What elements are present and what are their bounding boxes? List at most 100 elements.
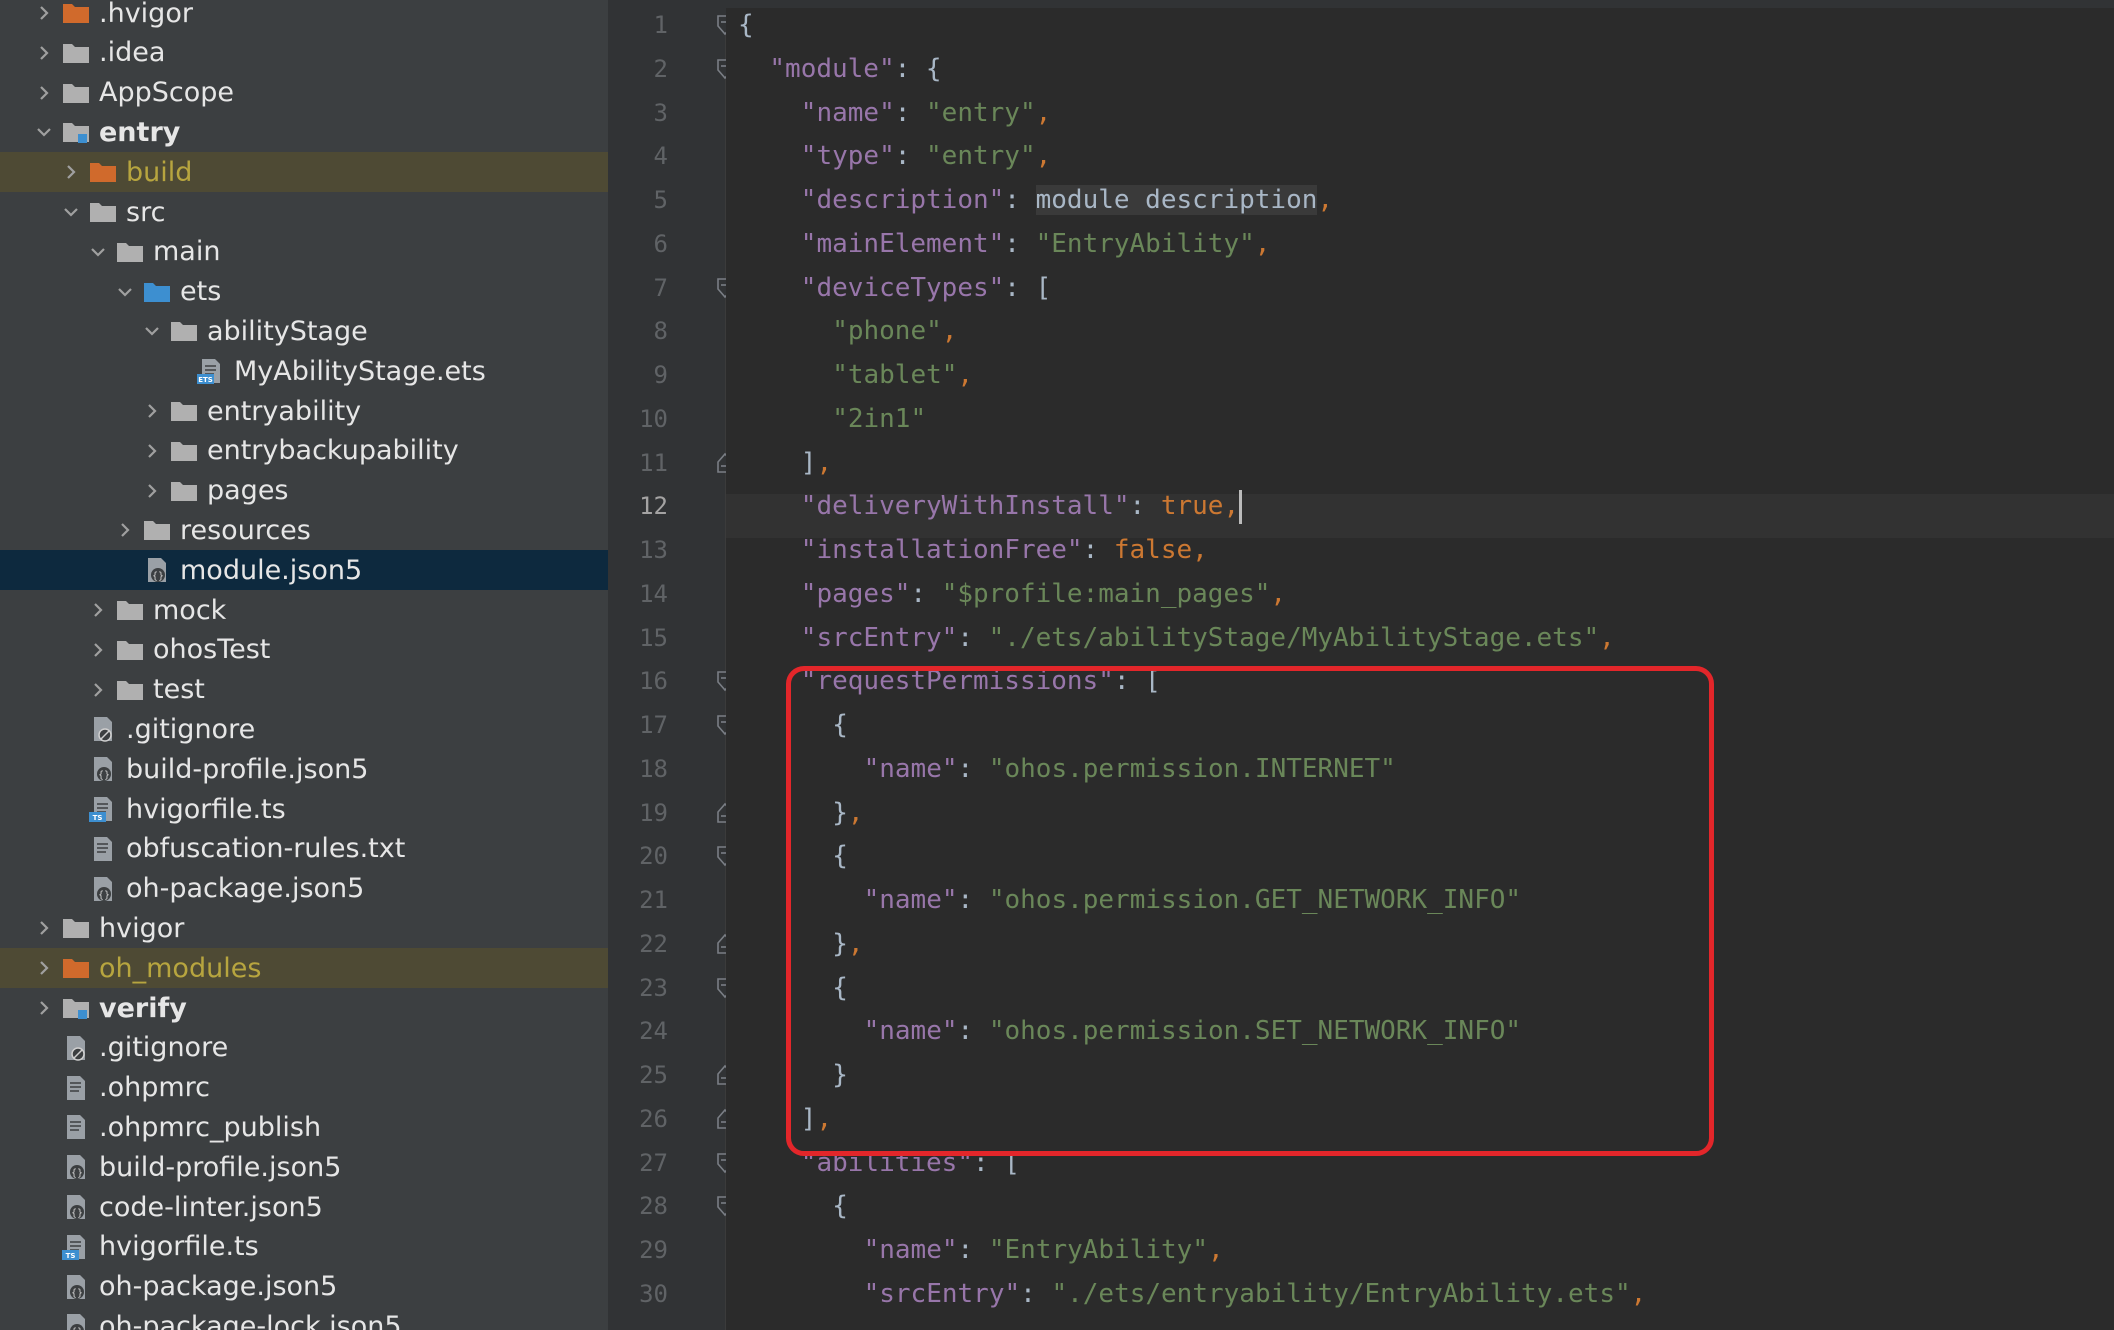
chevron-right-icon[interactable] xyxy=(83,630,113,670)
chevron-right-icon[interactable] xyxy=(29,908,59,948)
tree-item-label: .ohpmrc_publish xyxy=(99,1111,322,1143)
chevron-right-icon[interactable] xyxy=(137,471,167,511)
request-permissions-highlight xyxy=(786,666,1714,1156)
code-line[interactable]: "pages": "$profile:main_pages", xyxy=(801,572,1286,616)
svg-text:TS: TS xyxy=(66,1252,76,1260)
tree-item[interactable]: main xyxy=(0,232,608,272)
chevron-down-icon[interactable] xyxy=(56,192,86,232)
code-line[interactable]: "srcEntry": "./ets/abilityStage/MyAbilit… xyxy=(801,616,1615,660)
chevron-right-icon[interactable] xyxy=(29,33,59,73)
json5-file-icon: {} xyxy=(140,553,174,587)
tree-item[interactable]: resources xyxy=(0,510,608,550)
tree-item[interactable]: entrybackupability xyxy=(0,431,608,471)
line-number: 27 xyxy=(639,1148,668,1177)
code-line[interactable]: "description": module description, xyxy=(801,178,1333,222)
folder-icon xyxy=(113,633,147,667)
tree-item[interactable]: .ohpmrc_publish xyxy=(0,1107,608,1147)
tree-item[interactable]: {} build-profile.json5 xyxy=(0,749,608,789)
tree-item[interactable]: {} module.json5 xyxy=(0,550,608,591)
line-number: 9 xyxy=(653,361,668,389)
chevron-right-icon[interactable] xyxy=(110,510,140,550)
code-line[interactable]: "deliveryWithInstall": true, xyxy=(801,484,1243,528)
code-line[interactable]: "deviceTypes": [ xyxy=(801,266,1051,310)
tree-item[interactable]: TS hvigorfile.ts xyxy=(0,1227,608,1267)
tree-item-label: oh-package.json5 xyxy=(99,1271,338,1303)
code-line[interactable]: "2in1" xyxy=(832,397,926,441)
tree-item[interactable]: TS hvigorfile.ts xyxy=(0,789,608,829)
code-token: , xyxy=(1270,578,1287,609)
code-line[interactable]: "type": "entry", xyxy=(801,134,1051,178)
code-token: , xyxy=(1630,1278,1647,1309)
tree-item[interactable]: .ohpmrc xyxy=(0,1068,608,1108)
tree-item-label: oh-package-lock.json5 xyxy=(99,1310,402,1330)
tree-item[interactable]: entryability xyxy=(0,391,608,431)
code-line[interactable]: "mainElement": "EntryAbility", xyxy=(801,222,1271,266)
code-token: "./ets/abilityStage/MyAbilityStage.ets" xyxy=(988,622,1600,653)
tree-item[interactable]: AppScope xyxy=(0,73,608,113)
chevron-right-icon[interactable] xyxy=(137,391,167,431)
tree-item[interactable]: {} oh-package.json5 xyxy=(0,1267,608,1307)
tree-item[interactable]: .gitignore xyxy=(0,709,608,749)
code-token: "installationFree" xyxy=(800,535,1083,565)
code-line[interactable]: "module": { xyxy=(769,47,941,91)
tree-item[interactable]: test xyxy=(0,670,608,710)
code-line[interactable]: "name": "entry", xyxy=(801,91,1051,135)
tree-item[interactable]: ETS MyAbilityStage.ets xyxy=(0,351,608,391)
tree-item[interactable]: {} oh-package-lock.json5 xyxy=(0,1306,608,1330)
text-file-icon xyxy=(59,1071,93,1105)
tree-item[interactable]: build xyxy=(0,152,608,193)
tree-item[interactable]: .hvigor xyxy=(0,0,608,33)
code-token: : xyxy=(894,141,927,172)
tree-item[interactable]: entry xyxy=(0,112,608,152)
tree-item[interactable]: .gitignore xyxy=(0,1028,608,1068)
chevron-down-icon[interactable] xyxy=(137,311,167,351)
chevron-right-icon[interactable] xyxy=(137,431,167,471)
code-token: "type" xyxy=(800,141,895,172)
tree-item[interactable]: abilityStage xyxy=(0,311,608,351)
tree-item[interactable]: pages xyxy=(0,471,608,511)
chevron-down-icon[interactable] xyxy=(83,232,113,272)
tree-item[interactable]: {} build-profile.json5 xyxy=(0,1147,608,1187)
tree-item[interactable]: ets xyxy=(0,272,608,312)
tree-item[interactable]: mock xyxy=(0,590,608,630)
tree-item[interactable]: hvigor xyxy=(0,908,608,948)
chevron-right-icon[interactable] xyxy=(29,988,59,1028)
tree-item[interactable]: src xyxy=(0,192,608,232)
chevron-right-icon[interactable] xyxy=(83,590,113,630)
code-line[interactable]: ], xyxy=(801,441,832,485)
tree-item[interactable]: obfuscation-rules.txt xyxy=(0,829,608,869)
line-number: 15 xyxy=(639,623,668,652)
code-token: : xyxy=(957,1235,989,1265)
tree-item[interactable]: {} code-linter.json5 xyxy=(0,1187,608,1227)
code-token: "entry" xyxy=(926,141,1036,172)
tree-item-label: hvigorfile.ts xyxy=(99,1231,259,1263)
code-line[interactable]: "tablet", xyxy=(832,353,973,397)
tree-item[interactable]: ohosTest xyxy=(0,630,608,670)
code-token: , xyxy=(1035,97,1052,128)
code-line[interactable]: "phone", xyxy=(832,309,957,353)
chevron-right-icon[interactable] xyxy=(29,73,59,113)
tree-item[interactable]: .idea xyxy=(0,33,608,73)
code-line[interactable]: { xyxy=(832,1184,848,1228)
code-token: true, xyxy=(1160,491,1240,522)
code-line[interactable]: "name": "EntryAbility", xyxy=(864,1228,1224,1272)
chevron-right-icon[interactable] xyxy=(29,0,59,33)
tree-item[interactable]: verify xyxy=(0,988,608,1028)
tree-item[interactable]: oh_modules xyxy=(0,948,608,989)
code-token: : [ xyxy=(1004,272,1052,303)
json5-file-icon: {} xyxy=(59,1270,93,1304)
code-token: : xyxy=(1004,228,1036,259)
chevron-right-icon[interactable] xyxy=(83,670,113,710)
code-token: : xyxy=(910,578,942,609)
chevron-down-icon[interactable] xyxy=(110,272,140,312)
chevron-down-icon[interactable] xyxy=(29,112,59,152)
tree-item-label: .ohpmrc xyxy=(99,1072,211,1104)
chevron-right-icon[interactable] xyxy=(29,948,59,988)
code-line[interactable]: "installationFree": false, xyxy=(801,528,1208,572)
code-line[interactable]: "srcEntry": "./ets/entryability/EntryAbi… xyxy=(864,1272,1647,1316)
tree-item[interactable]: {} oh-package.json5 xyxy=(0,869,608,909)
chevron-right-icon[interactable] xyxy=(56,152,86,192)
code-line[interactable]: { xyxy=(738,3,754,47)
tree-item-label: verify xyxy=(99,992,187,1024)
